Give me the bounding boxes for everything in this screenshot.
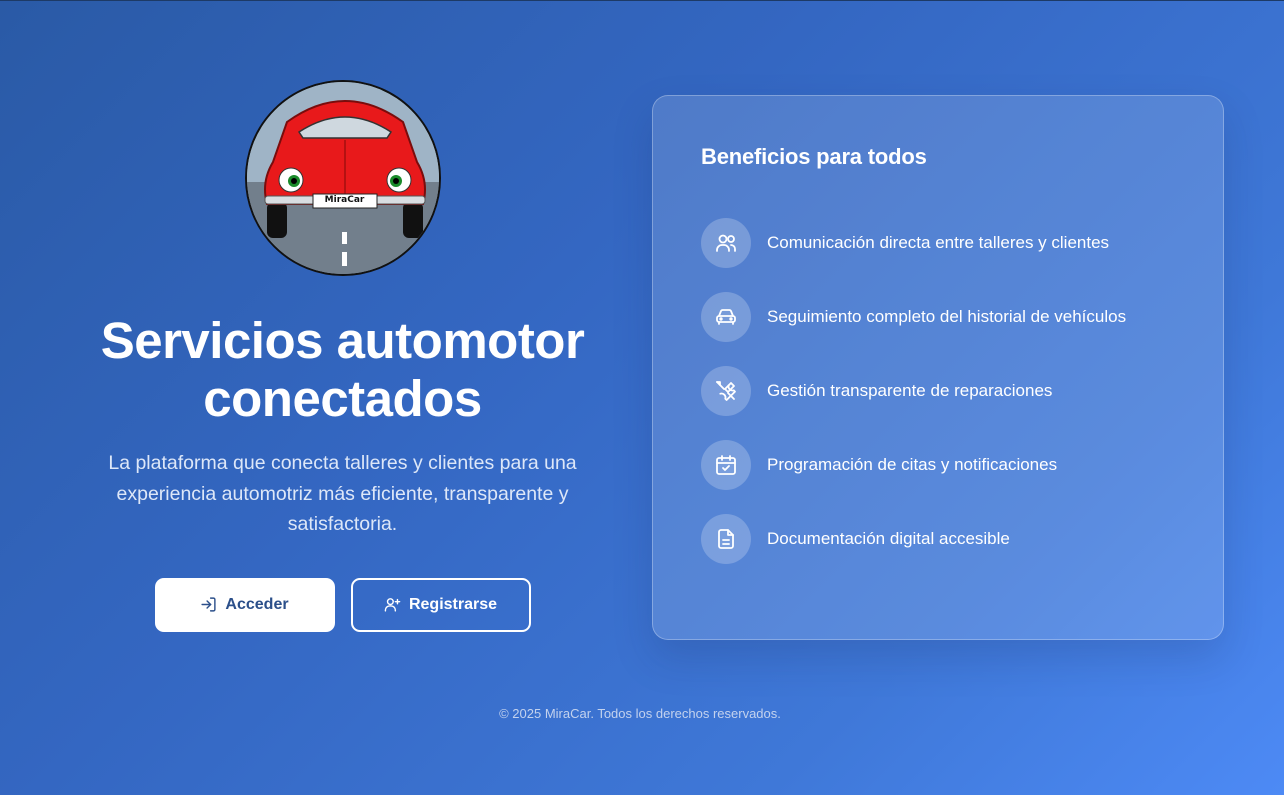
- benefits-card: Beneficios para todos Comunicación direc…: [652, 95, 1224, 640]
- copyright-text: © 2025 MiraCar. Todos los derechos reser…: [499, 706, 781, 721]
- benefit-item-appointments: Programación de citas y notificaciones: [701, 440, 1175, 490]
- miracar-logo: MiraCar: [244, 80, 441, 276]
- footer: © 2025 MiraCar. Todos los derechos reser…: [0, 706, 1284, 721]
- benefits-list: Comunicación directa entre talleres y cl…: [701, 218, 1175, 564]
- benefit-item-communication: Comunicación directa entre talleres y cl…: [701, 218, 1175, 268]
- register-button-label: Registrarse: [408, 595, 498, 613]
- benefit-label: Seguimiento completo del historial de ve…: [767, 307, 1127, 326]
- document-icon: [701, 514, 751, 564]
- page-title: Servicios automotor conectados: [90, 312, 595, 428]
- car-icon: [701, 292, 751, 342]
- title-line-1: Servicios automotor: [100, 312, 585, 369]
- benefit-item-documentation: Documentación digital accesible: [701, 514, 1175, 564]
- benefit-label: Documentación digital accesible: [767, 529, 1010, 548]
- login-button[interactable]: Acceder: [154, 577, 335, 632]
- benefit-label: Programación de citas y notificaciones: [767, 455, 1058, 474]
- tools-icon: [701, 366, 751, 416]
- hero-subtitle: La plataforma que conecta talleres y cli…: [108, 452, 577, 535]
- logo-plate-text: MiraCar: [324, 195, 365, 205]
- login-button-label: Acceder: [225, 595, 289, 613]
- car-logo-illustration: [246, 82, 439, 274]
- hero-actions: Acceder Registrarse: [90, 577, 595, 632]
- top-border: [0, 0, 1284, 1]
- benefit-item-vehicle-history: Seguimiento completo del historial de ve…: [701, 292, 1175, 342]
- benefits-title: Beneficios para todos: [701, 144, 927, 169]
- title-line-2: conectados: [203, 370, 482, 427]
- benefit-label: Comunicación directa entre talleres y cl…: [767, 233, 1110, 252]
- hero-section: MiraCar Servicios automotor conectados L…: [90, 80, 595, 632]
- benefit-item-repairs: Gestión transparente de reparaciones: [701, 366, 1175, 416]
- calendar-check-icon: [701, 440, 751, 490]
- register-button[interactable]: Registrarse: [350, 577, 531, 632]
- user-plus-icon: [384, 598, 401, 612]
- login-icon: [201, 597, 217, 612]
- benefit-label: Gestión transparente de reparaciones: [767, 381, 1053, 400]
- users-icon: [701, 218, 751, 268]
